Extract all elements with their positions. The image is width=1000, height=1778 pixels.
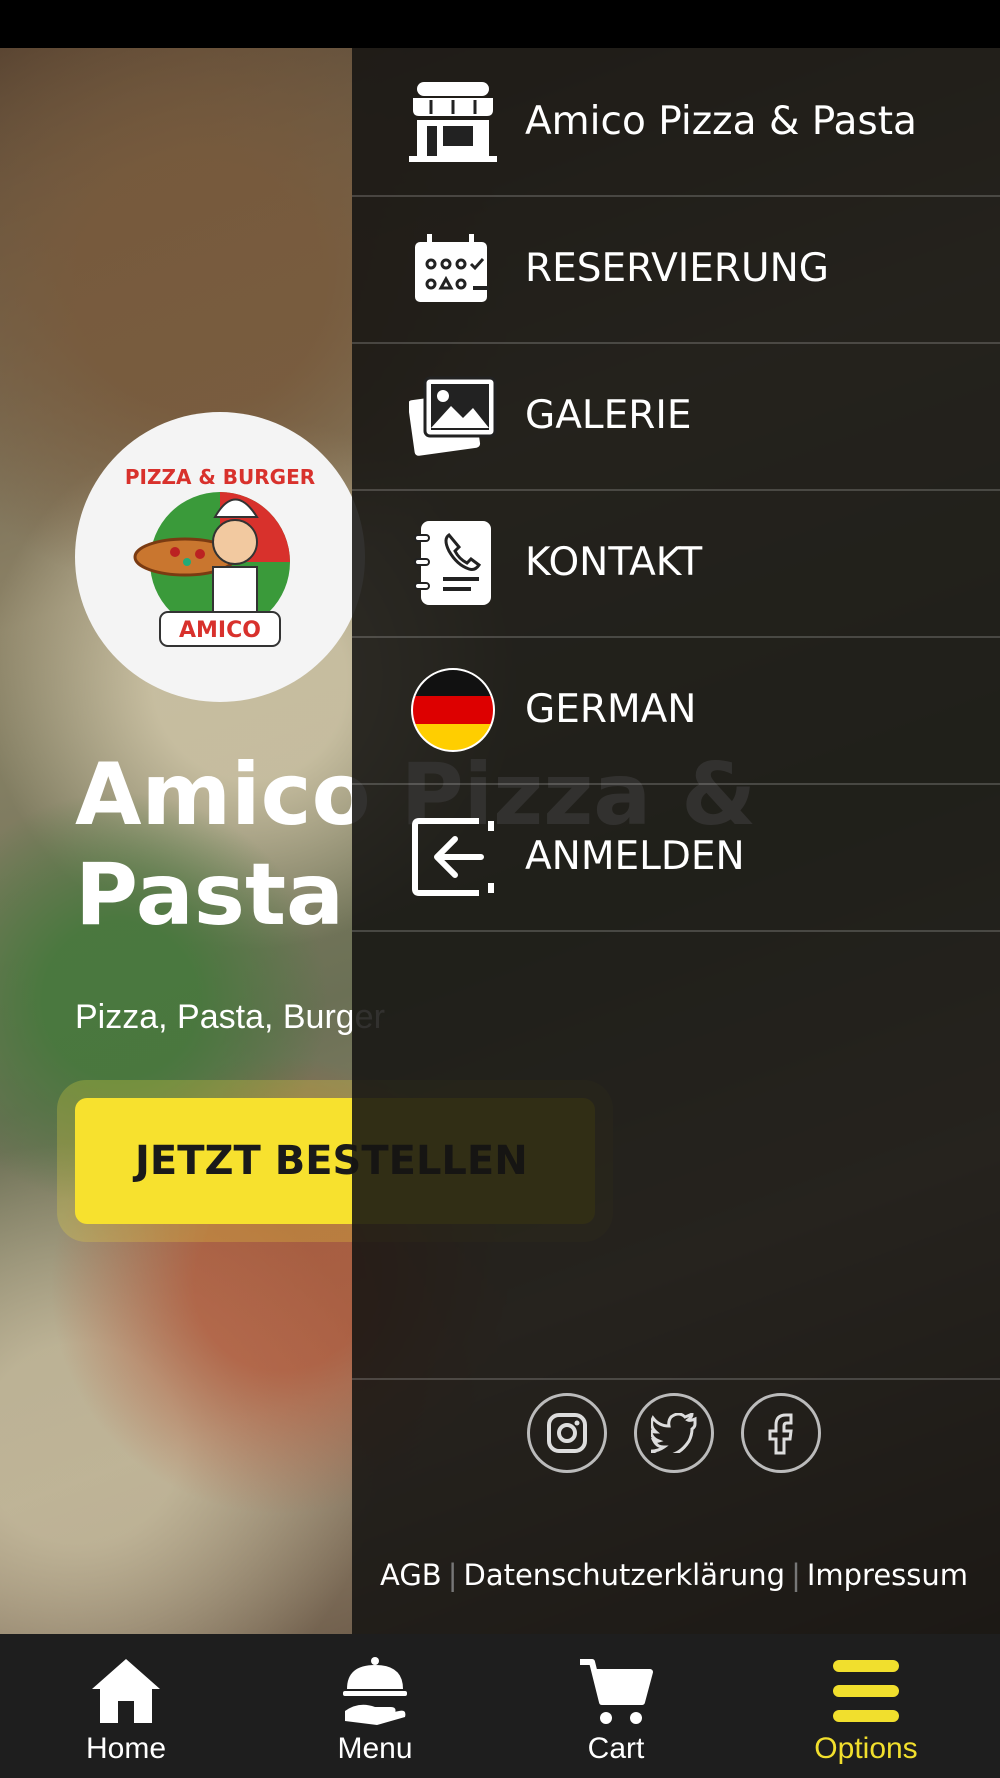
german-flag-icon <box>409 666 497 754</box>
nav-home[interactable]: Home <box>26 1634 226 1778</box>
cart-icon <box>566 1652 666 1730</box>
nav-options[interactable]: Options <box>766 1634 966 1778</box>
home-icon <box>76 1652 176 1730</box>
drawer-item-label: GALERIE <box>525 393 692 438</box>
imprint-link[interactable]: Impressum <box>807 1558 968 1592</box>
restaurant-logo: AMICO PIZZA & BURGER <box>75 412 365 702</box>
nav-label: Home <box>85 1732 167 1765</box>
drawer-item-label: Amico Pizza & Pasta <box>525 99 917 144</box>
cloche-icon <box>325 1652 425 1730</box>
nav-label: Options <box>814 1732 918 1765</box>
menu-bars-icon <box>816 1652 916 1730</box>
drawer-item-gallery[interactable]: GALERIE <box>352 342 1000 491</box>
drawer-item-language[interactable]: GERMAN <box>352 636 1000 785</box>
hero-subtitle: Pizza, Pasta, Burger <box>75 998 385 1036</box>
twitter-icon <box>651 1413 697 1453</box>
privacy-link[interactable]: Datenschutzerklärung <box>463 1558 785 1592</box>
gallery-icon <box>409 372 497 460</box>
nav-cart[interactable]: Cart <box>516 1634 716 1778</box>
nav-label: Cart <box>587 1732 645 1765</box>
footer-links: AGB | Datenschutzerklärung | Impressum <box>380 1558 969 1592</box>
drawer-item-restaurant[interactable]: Amico Pizza & Pasta <box>352 48 1000 197</box>
drawer-item-label: GERMAN <box>525 687 697 732</box>
agb-link[interactable]: AGB <box>380 1558 442 1592</box>
nav-menu[interactable]: Menu <box>275 1634 475 1778</box>
drawer-item-contact[interactable]: KONTAKT <box>352 489 1000 638</box>
social-divider <box>352 1378 1000 1381</box>
drawer-item-reservation[interactable]: RESERVIERUNG <box>352 195 1000 344</box>
login-icon <box>409 813 497 901</box>
side-drawer: Amico Pizza & Pasta RESERVIERUNG GALERIE… <box>352 48 1000 1634</box>
drawer-item-login[interactable]: ANMELDEN <box>352 783 1000 932</box>
twitter-button[interactable] <box>634 1393 714 1473</box>
instagram-icon <box>547 1413 587 1453</box>
facebook-button[interactable] <box>741 1393 821 1473</box>
chef-logo-icon: AMICO PIZZA & BURGER <box>125 465 315 647</box>
contact-book-icon <box>409 519 497 607</box>
facebook-icon <box>768 1413 793 1455</box>
svg-text:AMICO: AMICO <box>179 618 261 643</box>
drawer-item-label: KONTAKT <box>525 540 703 585</box>
nav-label: Menu <box>337 1732 413 1765</box>
status-bar <box>0 0 1000 48</box>
drawer-item-label: RESERVIERUNG <box>525 246 829 291</box>
svg-text:PIZZA & BURGER: PIZZA & BURGER <box>125 465 315 489</box>
calendar-icon <box>409 225 497 313</box>
drawer-item-label: ANMELDEN <box>525 834 745 879</box>
bottom-navigation: Home Menu Cart Options <box>0 1634 1000 1778</box>
instagram-button[interactable] <box>527 1393 607 1473</box>
store-icon <box>409 78 497 166</box>
